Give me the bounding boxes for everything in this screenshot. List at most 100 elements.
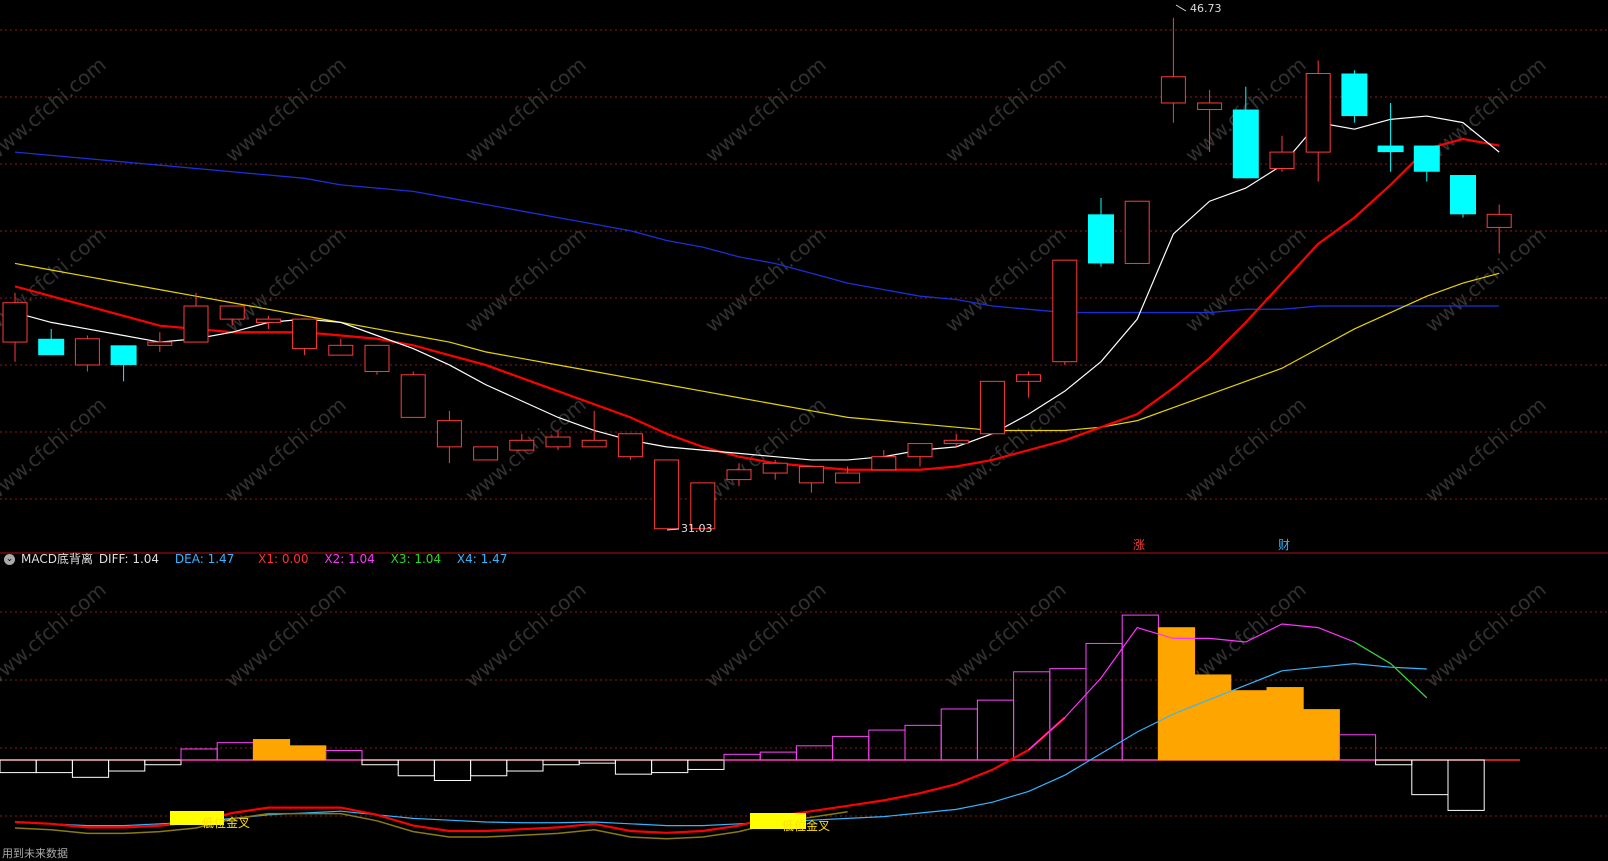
watermark-text: www.cfchi.com: [220, 52, 350, 167]
macd-histogram-bar: [470, 759, 508, 777]
candle-body: [907, 443, 933, 458]
watermark-text: www.cfchi.com: [220, 577, 350, 692]
candle: [943, 433, 969, 447]
candle-body: [147, 341, 173, 346]
watermark-text: www.cfchi.com: [460, 222, 590, 337]
candle-body: [328, 344, 354, 356]
candle: [2, 292, 28, 362]
watermark-text: www.cfchi.com: [1420, 392, 1550, 507]
candle: [654, 459, 680, 530]
stock-chart: www.cfchi.com www.cfchi.com www.cfchi.com w…: [0, 2, 1608, 840]
watermark-text: www.cfchi.com: [700, 52, 830, 167]
candle: [364, 344, 390, 375]
candle-body: [2, 302, 28, 343]
macd-histogram-bar: [180, 748, 218, 761]
macd-histogram-bar: [687, 759, 725, 770]
candle-body: [473, 446, 499, 461]
watermark-text: www.cfchi.com: [940, 52, 1070, 167]
candle-body: [219, 305, 245, 320]
candle-body: [1160, 76, 1186, 104]
candle: [798, 466, 824, 493]
watermark-text: www.cfchi.com: [940, 577, 1070, 692]
macd-histogram-bar: [252, 739, 291, 761]
candle: [74, 335, 100, 372]
collapse-icon[interactable]: ⌄: [4, 554, 15, 565]
candle: [762, 459, 788, 480]
candle-body: [364, 344, 390, 373]
candle-body: [1413, 145, 1440, 172]
candle-body: [979, 380, 1005, 435]
watermark-text: www.cfchi.com: [700, 222, 830, 337]
macd-histogram-bar: [0, 759, 37, 774]
candle: [617, 433, 643, 460]
high-arrow: [1175, 4, 1187, 12]
candle-body: [1232, 109, 1259, 179]
macd-histogram-bar: [1266, 687, 1304, 761]
candle: [979, 380, 1005, 435]
candle: [1341, 70, 1368, 123]
candle: [871, 450, 897, 471]
macd-histogram-bar: [1411, 759, 1449, 796]
high-price-label: 46.73: [1190, 2, 1222, 15]
macd-histogram-bar: [397, 759, 435, 777]
macd-histogram-bar: [759, 751, 797, 761]
watermark-text: www.cfchi.com: [700, 577, 830, 692]
macd-histogram-bar: [651, 759, 689, 774]
candle: [328, 338, 354, 356]
macd-histogram-bar: [614, 759, 653, 775]
x1-value: 0.00: [281, 552, 309, 566]
candle-body: [1016, 374, 1042, 382]
candle: [473, 446, 499, 461]
candle-body: [1486, 213, 1512, 228]
macd-histogram-bar: [1338, 734, 1377, 761]
watermark-text: www.cfchi.com: [940, 222, 1070, 337]
x3-value: 1.04: [414, 552, 442, 566]
macd-histogram-bar: [433, 759, 472, 781]
candle-body: [509, 439, 535, 451]
candle: [1413, 145, 1440, 182]
macd-histogram-bar: [289, 745, 327, 761]
candle: [581, 410, 607, 448]
candle-body: [1341, 73, 1368, 117]
macd-histogram-bar: [940, 708, 978, 761]
watermark-text: www.cfchi.com: [940, 392, 1070, 507]
diff-line-green: [1354, 641, 1428, 699]
candle: [1052, 259, 1078, 365]
candle: [110, 345, 137, 382]
candle-body: [1124, 200, 1150, 264]
macd-histogram-bar: [723, 753, 761, 761]
macd-histogram-bar: [1085, 642, 1123, 761]
candle-body: [1052, 259, 1078, 363]
candle-body: [581, 439, 607, 448]
low-price-label: 31.03: [681, 522, 713, 535]
x4-value: 1.47: [480, 552, 508, 566]
candle-body: [654, 459, 680, 530]
candle-body: [1305, 73, 1331, 153]
macd-histogram-bar: [108, 759, 146, 772]
candle-body: [871, 456, 897, 471]
annotation-text-2: 低位金叉: [782, 818, 830, 833]
x3-label: X3: 1.04: [390, 552, 442, 566]
watermark-text: www.cfchi.com: [1420, 577, 1550, 692]
macd-histogram-bar: [976, 699, 1015, 761]
watermark-text: www.cfchi.com: [460, 577, 590, 692]
candle: [1016, 371, 1042, 398]
candle-body: [943, 439, 969, 445]
candle: [183, 292, 209, 343]
candle-body: [1088, 214, 1114, 264]
x2-value: 1.04: [348, 552, 375, 566]
macd-histogram-bar: [1157, 627, 1196, 761]
watermark-text: www.cfchi.com: [1180, 392, 1310, 507]
diff-value: 1.04: [132, 552, 160, 566]
candle-body: [255, 318, 281, 323]
watermark-text: www.cfchi.com: [220, 222, 350, 337]
macd-histogram-bar: [1302, 709, 1340, 761]
annotation-text-1: 低位金叉: [202, 815, 250, 830]
candle: [1088, 197, 1114, 267]
dea-label: DEA: 1.47: [174, 552, 235, 566]
macd-histogram-bar: [71, 759, 110, 778]
x4-label: X4: 1.47: [456, 552, 508, 566]
candle: [907, 443, 933, 467]
candle-body: [110, 345, 137, 365]
macd-histogram-bar: [1447, 759, 1485, 811]
